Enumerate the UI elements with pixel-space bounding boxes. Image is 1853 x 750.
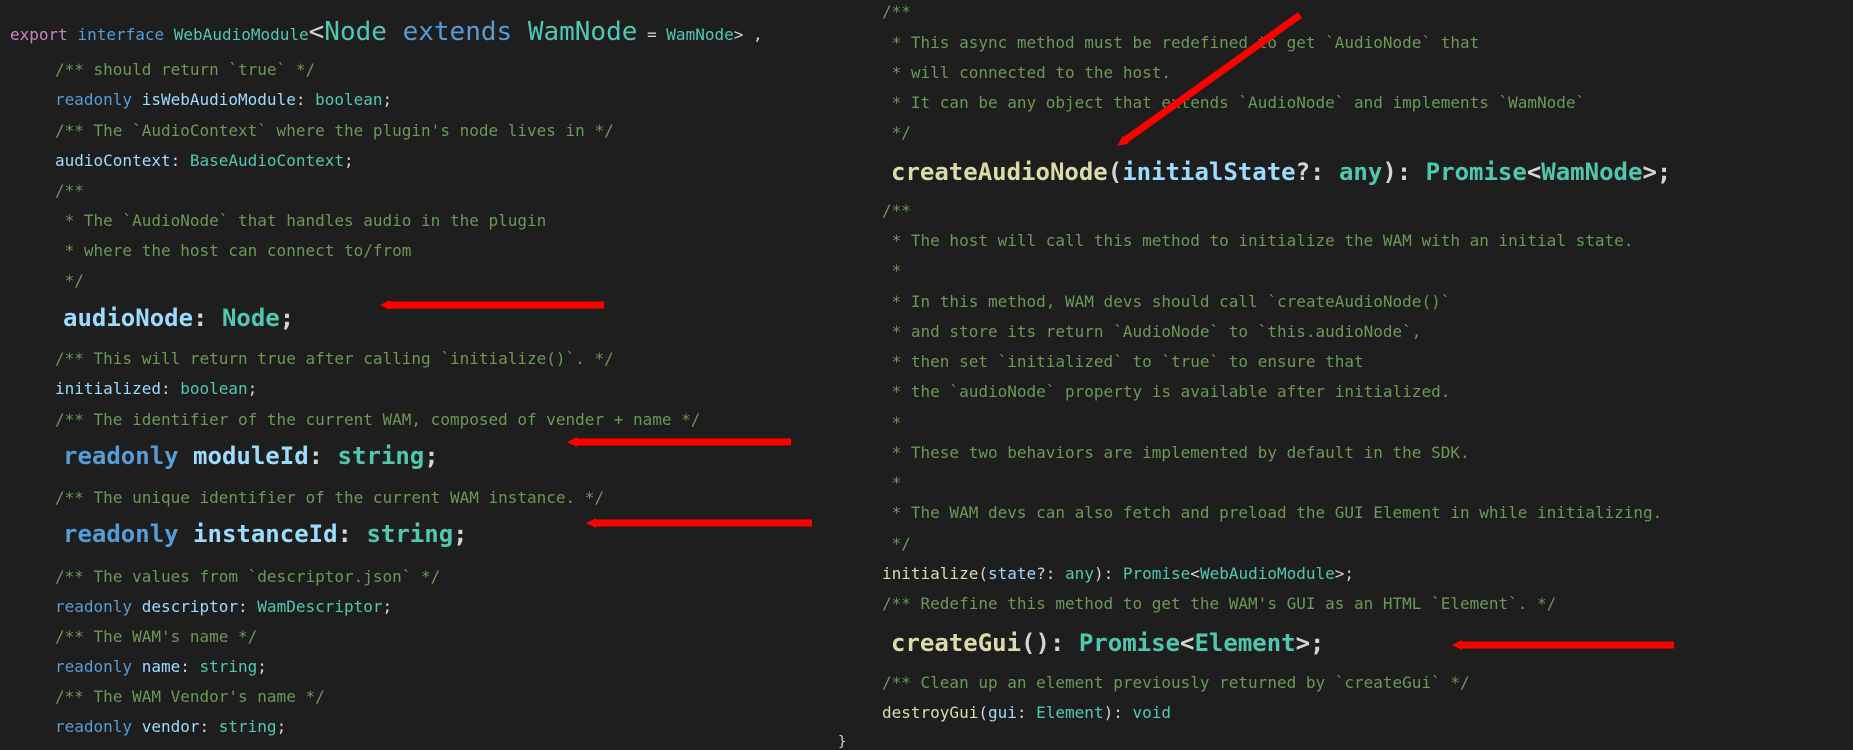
annotation-arrows: [380, 12, 1674, 650]
arrow-create-audio-node: [1117, 12, 1303, 146]
